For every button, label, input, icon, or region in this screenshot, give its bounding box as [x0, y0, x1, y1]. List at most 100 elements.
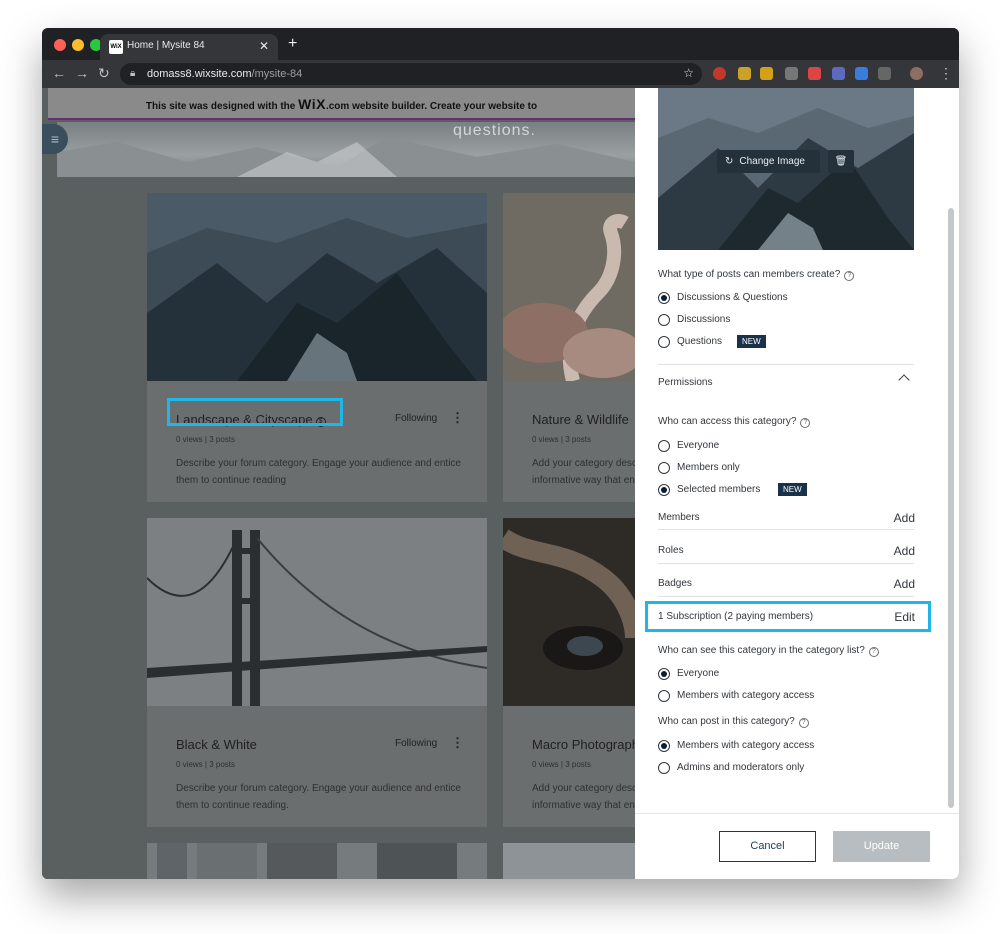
wix-logo: WiX: [298, 96, 326, 112]
category-title[interactable]: Nature & Wildlife: [532, 412, 629, 427]
horse-eye-image: [503, 518, 635, 706]
translate-extension-icon[interactable]: [855, 67, 868, 80]
forward-icon[interactable]: →: [75, 65, 89, 81]
browser-toolbar: ← → ↻ 🔒︎ domass8.wixsite.com/mysite-84 ☆…: [42, 60, 959, 88]
bookmark-star-icon[interactable]: ☆: [683, 66, 694, 80]
help-icon[interactable]: ?: [844, 271, 855, 281]
category-card-landscape[interactable]: Landscape & Cityscape $ Following ⋮ 0 vie…: [147, 193, 487, 502]
cancel-button[interactable]: Cancel: [719, 831, 816, 862]
close-tab-icon[interactable]: ✕: [259, 39, 269, 53]
category-title[interactable]: Black & White: [176, 737, 257, 752]
update-button[interactable]: Update: [833, 831, 930, 862]
divider: [658, 563, 914, 564]
panel-footer: Cancel Update: [635, 813, 959, 879]
tab-title: Home | Mysite 84: [127, 40, 205, 51]
radio-checked-icon[interactable]: [658, 484, 670, 496]
add-badges-button[interactable]: Add: [894, 577, 915, 591]
new-tab-icon[interactable]: +: [288, 35, 297, 53]
post-types-question: What type of posts can members create??: [658, 269, 855, 281]
radio-label: Discussions: [677, 314, 731, 325]
members-label: Members: [658, 512, 700, 523]
radio-label: Discussions & Questions: [677, 292, 788, 303]
following-button[interactable]: Following: [395, 738, 437, 749]
category-card-city[interactable]: [147, 843, 487, 879]
tab-home[interactable]: WiX Home | Mysite 84 ✕: [100, 34, 278, 60]
delete-image-button[interactable]: 🗑︎: [828, 150, 854, 173]
category-meta: 0 views | 3 posts: [532, 760, 591, 769]
radio-checked-icon[interactable]: [658, 668, 670, 680]
radio-label: Members with category access: [677, 740, 815, 751]
divider: [658, 364, 914, 365]
banner-text: This site was designed with the: [145, 101, 299, 112]
extension-icon[interactable]: [832, 67, 845, 80]
hero-image: [57, 137, 635, 177]
url-path: /mysite-84: [251, 68, 303, 80]
extension-icon[interactable]: [760, 67, 773, 80]
radio-icon[interactable]: [658, 336, 670, 348]
wix-favicon-icon: WiX: [109, 40, 123, 54]
reload-icon[interactable]: ↻: [98, 65, 110, 82]
help-icon[interactable]: ?: [868, 647, 879, 657]
radio-icon[interactable]: [658, 762, 670, 774]
radio-icon[interactable]: [658, 462, 670, 474]
more-options-icon[interactable]: ⋮: [451, 735, 464, 751]
radio-label: Members only: [677, 462, 740, 473]
category-card-nature[interactable]: Nature & Wildlife 0 views | 3 posts Add …: [503, 193, 635, 502]
change-image-button[interactable]: ↻ Change Image: [717, 150, 820, 173]
radio-icon[interactable]: [658, 314, 670, 326]
radio-icon[interactable]: [658, 440, 670, 452]
category-title[interactable]: Macro Photography: [532, 737, 635, 752]
chevron-up-icon[interactable]: [898, 374, 910, 386]
category-image: [503, 193, 635, 381]
radio-label: Admins and moderators only: [677, 762, 805, 773]
post-question: Who can post in this category??: [658, 716, 809, 728]
scrollbar[interactable]: [948, 208, 954, 808]
more-options-icon[interactable]: ⋮: [451, 410, 464, 426]
url-text[interactable]: domass8.wixsite.com/mysite-84: [147, 68, 302, 80]
category-description: Add your category description in an info…: [532, 458, 635, 486]
help-icon[interactable]: ?: [800, 418, 811, 428]
refresh-icon: ↻: [725, 156, 734, 167]
extension-icon[interactable]: [738, 67, 751, 80]
category-card-black-white[interactable]: Black & White Following ⋮ 0 views | 3 po…: [147, 518, 487, 827]
category-meta: 0 views | 3 posts: [532, 435, 591, 444]
back-icon[interactable]: ←: [52, 65, 66, 81]
add-members-button[interactable]: Add: [894, 511, 915, 525]
radio-icon[interactable]: [658, 690, 670, 702]
add-roles-button[interactable]: Add: [894, 544, 915, 558]
category-image: [503, 518, 635, 706]
subscription-highlight-box: [645, 601, 931, 632]
access-question: Who can access this category??: [658, 416, 811, 428]
minimize-window-button[interactable]: [72, 39, 84, 51]
more-menu-icon[interactable]: ⋮: [939, 65, 953, 82]
adblock-extension-icon[interactable]: [713, 67, 726, 80]
close-window-button[interactable]: [54, 39, 66, 51]
radio-label: Selected members: [677, 484, 761, 495]
post-type-option[interactable]: Questions NEW: [658, 335, 798, 349]
following-button[interactable]: Following: [395, 413, 437, 424]
radio-checked-icon[interactable]: [658, 292, 670, 304]
category-card-sky[interactable]: [503, 843, 635, 879]
extension-icon[interactable]: [878, 67, 891, 80]
permissions-title: Permissions: [658, 377, 713, 388]
divider: [658, 596, 914, 597]
post-types-question-text: What type of posts can members create?: [658, 269, 841, 280]
mountain-image: [147, 193, 487, 381]
wix-banner[interactable]: This site was designed with the WiX.com …: [48, 88, 635, 120]
category-cover-image: ↻ Change Image 🗑︎: [658, 88, 914, 250]
new-badge: NEW: [778, 483, 807, 496]
page-content: This site was designed with the WiX.com …: [42, 88, 959, 879]
radio-label: Everyone: [677, 440, 720, 451]
access-option[interactable]: Selected members NEW: [658, 483, 818, 497]
avatar[interactable]: [910, 67, 923, 80]
radio-checked-icon[interactable]: [658, 740, 670, 752]
lock-icon: 🔒︎: [130, 68, 136, 79]
category-card-macro[interactable]: Macro Photography 0 views | 3 posts Add …: [503, 518, 635, 827]
new-badge: NEW: [737, 335, 766, 348]
help-icon[interactable]: ?: [798, 718, 809, 728]
address-bar[interactable]: 🔒︎ domass8.wixsite.com/mysite-84 ☆: [120, 63, 702, 85]
category-meta: 0 views | 3 posts: [176, 435, 235, 444]
shield-extension-icon[interactable]: [808, 67, 821, 80]
extension-icon[interactable]: [785, 67, 798, 80]
category-description: Add your category description in an info…: [532, 783, 635, 811]
